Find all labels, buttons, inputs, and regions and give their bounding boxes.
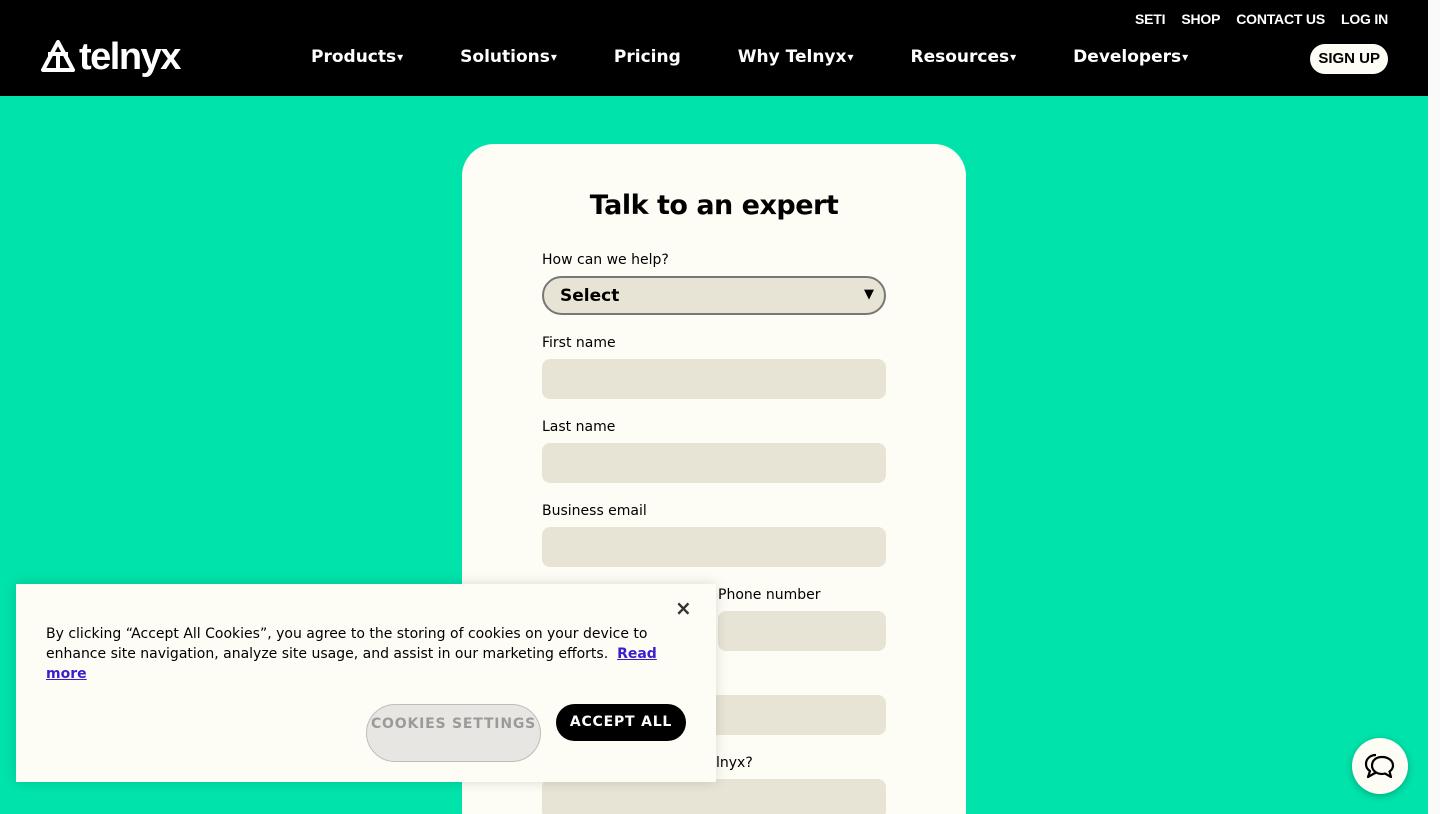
nav-solutions[interactable]: Solutions ▾ (460, 47, 557, 67)
scrollbar[interactable] (1428, 0, 1440, 814)
phone-label: Phone number (718, 587, 821, 603)
util-link-shop[interactable]: SHOP (1181, 11, 1220, 27)
first-name-label: First name (542, 335, 616, 351)
nav-developers[interactable]: Developers ▾ (1073, 47, 1188, 67)
site-header: SETI SHOP CONTACT US LOG IN telnyx Produ… (0, 0, 1428, 96)
last-name-label: Last name (542, 419, 616, 435)
source-label: lnyx? (716, 755, 753, 771)
cookies-settings-button[interactable]: COOKIES SETTINGS (366, 704, 541, 762)
close-icon[interactable]: × (675, 596, 692, 620)
chevron-down-icon: ▼ (864, 287, 874, 302)
main-nav: Products ▾ Solutions ▾ Pricing Why Telnyx ▾… (311, 47, 1188, 67)
help-select[interactable]: Select ▼ (542, 276, 886, 315)
cookie-text: By clicking “Accept All Cookies”, you ag… (46, 624, 666, 684)
accept-all-button[interactable]: ACCEPT ALL (556, 704, 686, 741)
telnyx-logo[interactable]: telnyx (40, 36, 181, 78)
cookie-message: By clicking “Accept All Cookies”, you ag… (46, 626, 648, 662)
nav-pricing[interactable]: Pricing (614, 47, 681, 67)
chevron-down-icon: ▾ (1010, 50, 1017, 64)
last-name-input[interactable] (542, 443, 886, 483)
chevron-down-icon: ▾ (550, 50, 557, 64)
util-link-contact[interactable]: CONTACT US (1236, 11, 1325, 27)
util-link-login[interactable]: LOG IN (1341, 11, 1388, 27)
phone-input[interactable] (718, 611, 886, 651)
telnyx-logo-icon (41, 40, 75, 72)
util-link-seti[interactable]: SETI (1135, 11, 1166, 27)
chevron-down-icon: ▾ (397, 50, 404, 64)
nav-products[interactable]: Products ▾ (311, 47, 403, 67)
utility-nav: SETI SHOP CONTACT US LOG IN (1135, 11, 1388, 27)
chat-button[interactable] (1352, 738, 1408, 794)
cookie-banner: × By clicking “Accept All Cookies”, you … (16, 584, 716, 782)
chat-icon (1364, 753, 1395, 779)
email-label: Business email (542, 503, 647, 519)
form-title: Talk to an expert (589, 190, 839, 221)
nav-why-telnyx[interactable]: Why Telnyx ▾ (738, 47, 854, 67)
source-input[interactable] (542, 779, 886, 814)
chevron-down-icon: ▾ (1182, 50, 1189, 64)
help-label: How can we help? (542, 252, 669, 268)
first-name-input[interactable] (542, 359, 886, 399)
nav-resources[interactable]: Resources ▾ (911, 47, 1017, 67)
help-select-value: Select (560, 286, 620, 306)
sign-up-button[interactable]: SIGN UP (1310, 44, 1388, 74)
logo-text: telnyx (79, 36, 181, 78)
email-input[interactable] (542, 527, 886, 567)
chevron-down-icon: ▾ (847, 50, 854, 64)
